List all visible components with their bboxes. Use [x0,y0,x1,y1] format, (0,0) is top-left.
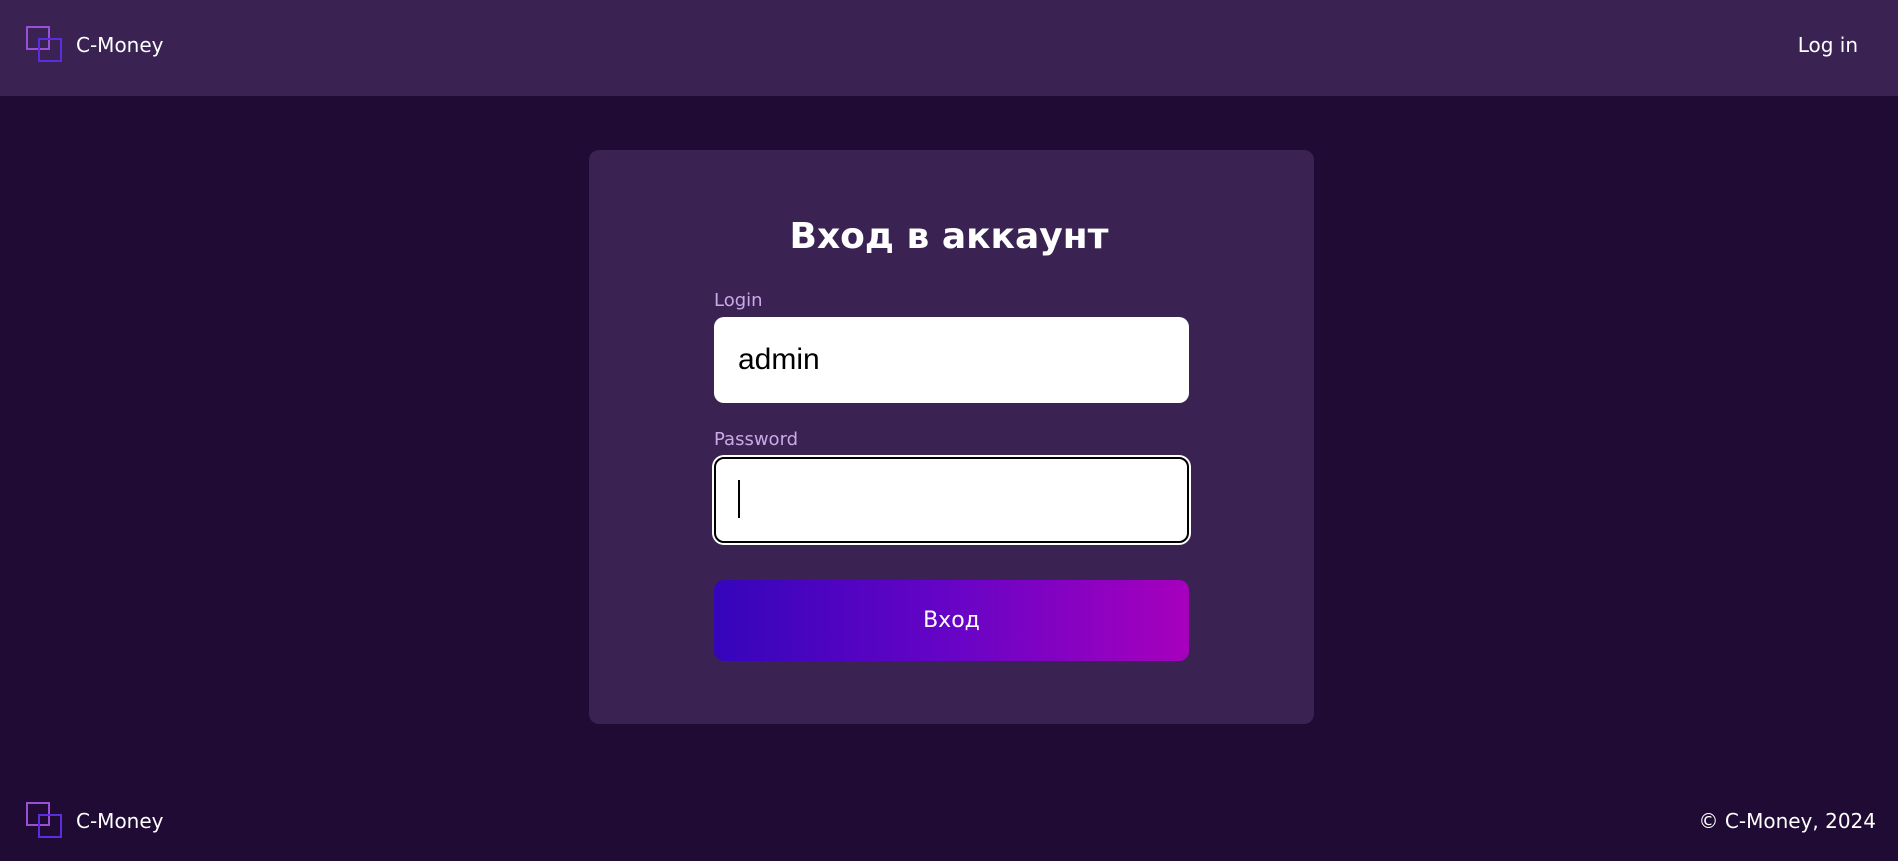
footer-brand[interactable]: C-Money [26,802,164,840]
login-submit-button[interactable]: Вход [714,580,1189,661]
page-title: Вход в аккаунт [789,216,1109,257]
text-cursor [738,480,740,518]
login-input[interactable] [714,317,1189,403]
header-brand-name: C-Money [76,33,164,57]
copyright-text: © C-Money, 2024 [1698,809,1876,833]
footer-brand-name: C-Money [76,809,164,833]
logo-icon [26,802,64,840]
login-link[interactable]: Log in [1798,33,1858,57]
login-field-label: Login [714,290,763,311]
top-navbar: C-Money Log in [0,0,1898,96]
header-brand[interactable]: C-Money [26,26,164,64]
logo-icon [26,26,64,64]
password-input[interactable] [714,457,1189,543]
password-field-label: Password [714,429,799,450]
